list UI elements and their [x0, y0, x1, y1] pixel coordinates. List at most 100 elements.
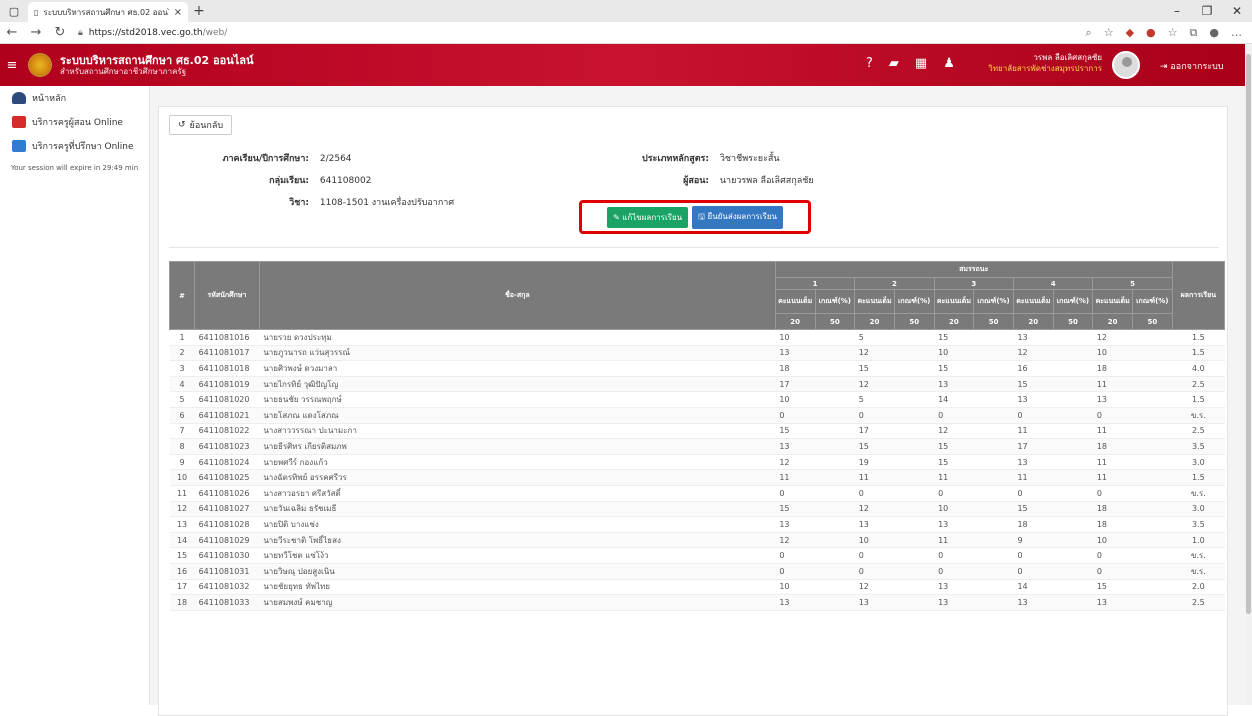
browser-tab[interactable]: ▯ ระบบบริหารสถานศึกษา ศธ.02 ออนไล × [28, 2, 188, 22]
undo-icon: ↺ [178, 120, 186, 130]
full-score-value: 20 [1092, 313, 1133, 330]
edit-grades-button[interactable]: ✎ แก้ไขผลการเรียน [606, 206, 689, 228]
collections-icon[interactable]: ⧉ [1190, 26, 1198, 40]
student-id: 6411081016 [194, 329, 260, 346]
back-button[interactable]: ↺ ย้อนกลับ [169, 115, 233, 135]
tab-actions-icon[interactable]: ▢ [0, 0, 28, 22]
minimize-icon[interactable]: – [1162, 4, 1192, 18]
forward-nav-icon[interactable]: → [24, 25, 48, 40]
teacher-label: ผู้สอน: [683, 176, 709, 186]
row-number: 14 [169, 532, 195, 549]
competency-score: 15 [775, 423, 855, 440]
course-type-info: ประเภทหลักสูตร: วิชาชีพระยะสั้น [599, 151, 780, 165]
student-name: นางฉัตรทิพย์ อรรคศรีวร [259, 469, 776, 486]
close-tab-icon[interactable]: × [174, 7, 182, 18]
student-id: 6411081020 [194, 391, 260, 408]
student-id: 6411081023 [194, 438, 260, 455]
scrollbar[interactable] [1245, 44, 1252, 705]
sidebar-item-home[interactable]: หน้าหลัก [0, 86, 149, 110]
student-name: นายวิษณุ ปอยสูงเนิน [259, 563, 776, 580]
extension-2-icon[interactable]: ● [1146, 26, 1156, 40]
logout-button[interactable]: ⇥ ออกจากระบบ [1160, 59, 1224, 73]
criteria-header: เกณฑ์(%) [1052, 289, 1094, 314]
student-id: 6411081025 [194, 469, 260, 486]
competency-score: 12 [854, 501, 935, 518]
competency-score: 16 [1013, 360, 1093, 377]
confirm-grades-label: ยืนยันส่งผลการเรียน [707, 211, 778, 221]
table-row: 1 6411081016 นายรวย ดวงประทุม 10 5 15 13 12 1.5 [169, 329, 1225, 346]
restore-icon[interactable]: ❐ [1192, 4, 1222, 18]
app-title: ระบบบริหารสถานศึกษา ศธ.02 ออนไลน์ [60, 53, 254, 67]
table-row: 5 6411081020 นายธนชัย วรรณพฤกษ์ 10 5 14 13 13 1.… [169, 391, 1225, 408]
reload-icon[interactable]: ↻ [48, 25, 72, 40]
full-score-header: คะแนนเต็ม [1092, 289, 1133, 314]
sidebar-item-teacher[interactable]: บริการครูผู้สอน Online [0, 110, 149, 134]
criteria-header: เกณฑ์(%) [973, 289, 1014, 314]
competency-score: 10 [854, 532, 935, 549]
help-icon[interactable]: ? [866, 56, 873, 71]
full-score-value: 20 [854, 313, 895, 330]
new-tab-icon[interactable]: + [188, 3, 210, 19]
student-name: นายภูวนารถ แว่นสุวรรณ์ [259, 345, 776, 362]
grade-result: 2.5 [1172, 376, 1225, 393]
avatar[interactable] [1112, 51, 1140, 79]
more-icon[interactable]: … [1231, 26, 1242, 40]
close-window-icon[interactable]: ✕ [1222, 4, 1252, 18]
favorites-bar-icon[interactable]: ☆ [1168, 26, 1178, 40]
teacher-icon [12, 116, 26, 128]
col-student-id: รหัสนักศึกษา [194, 261, 260, 330]
competency-score: 10 [934, 501, 1014, 518]
calendar-icon[interactable]: ▦ [915, 56, 927, 71]
table-row: 11 6411081026 นางสาวอรยา ศรีสวัสดิ์ 0 0 0 0 0 ข.… [169, 485, 1225, 502]
full-score-header: คะแนนเต็ม [854, 289, 895, 314]
grade-result: 2.0 [1172, 579, 1225, 596]
sidebar-item-advisor[interactable]: บริการครูที่ปรึกษา Online [0, 134, 149, 158]
profile-icon[interactable]: ● [1209, 26, 1219, 40]
student-id: 6411081027 [194, 501, 260, 518]
competency-number: 1 [774, 277, 856, 290]
competency-score: 0 [775, 407, 855, 424]
grades-table: # รหัสนักศึกษา ชื่อ-สกุล สมรรถนะ ผลการเร… [168, 261, 1226, 611]
student-id: 6411081021 [194, 407, 260, 424]
scrollbar-thumb[interactable] [1246, 54, 1251, 614]
student-name: นายวันเฉลิม ธรัชเมธี [259, 501, 776, 518]
address-bar: ← → ↻ 🔒︎ https://std2018.vec.go.th/web/ … [0, 22, 1252, 44]
back-nav-icon[interactable]: ← [0, 25, 24, 40]
criteria-value: 50 [1132, 313, 1173, 330]
competency-score: 15 [934, 454, 1014, 471]
competency-score: 15 [934, 360, 1014, 377]
favorite-icon[interactable]: ☆ [1104, 26, 1114, 40]
dashboard-icon [12, 92, 26, 104]
competency-score: 14 [934, 391, 1014, 408]
url-field[interactable]: 🔒︎ https://std2018.vec.go.th/web/ [78, 28, 227, 38]
competency-score: 13 [775, 438, 855, 455]
competency-score: 0 [775, 485, 855, 502]
student-name: นายรวย ดวงประทุม [259, 329, 776, 346]
criteria-value: 50 [893, 313, 935, 330]
grade-result: ข.ร. [1172, 485, 1225, 502]
row-number: 5 [169, 391, 195, 408]
search-icon[interactable]: ⌕ [1086, 26, 1092, 40]
user-org: วิทยาลัยสารพัดช่างสมุทรปราการ [988, 64, 1102, 74]
competency-score: 0 [934, 547, 1014, 564]
table-row: 8 6411081023 นายธีรศิทร เกียรติสมภพ 13 15 15 1… [169, 438, 1225, 455]
grade-result: ข.ร. [1172, 563, 1225, 580]
competency-score: 17 [1013, 438, 1093, 455]
competency-score: 11 [934, 469, 1014, 486]
menu-icon[interactable]: ≡ [0, 58, 24, 73]
sidebar-item-label: หน้าหลัก [32, 94, 67, 104]
competency-score: 0 [775, 547, 855, 564]
competency-score: 12 [775, 532, 855, 549]
confirm-grades-button[interactable]: 🖫︎ ยืนยันส่งผลการเรียน [692, 205, 784, 229]
logo [28, 53, 52, 77]
criteria-header: เกณฑ์(%) [814, 289, 856, 314]
book-icon[interactable]: ▰ [889, 56, 899, 71]
col-result: ผลการเรียน [1171, 261, 1226, 330]
competency-score: 5 [854, 391, 935, 408]
competency-score: 10 [1092, 345, 1173, 362]
extension-icon[interactable]: ◆ [1126, 26, 1134, 40]
course-type-label: ประเภทหลักสูตร: [642, 154, 709, 164]
competency-score: 11 [1092, 376, 1173, 393]
student-name: นายทวีโชต แซ่โง้ว [259, 547, 776, 564]
student-name: นายธีรศิทร เกียรติสมภพ [259, 438, 776, 455]
